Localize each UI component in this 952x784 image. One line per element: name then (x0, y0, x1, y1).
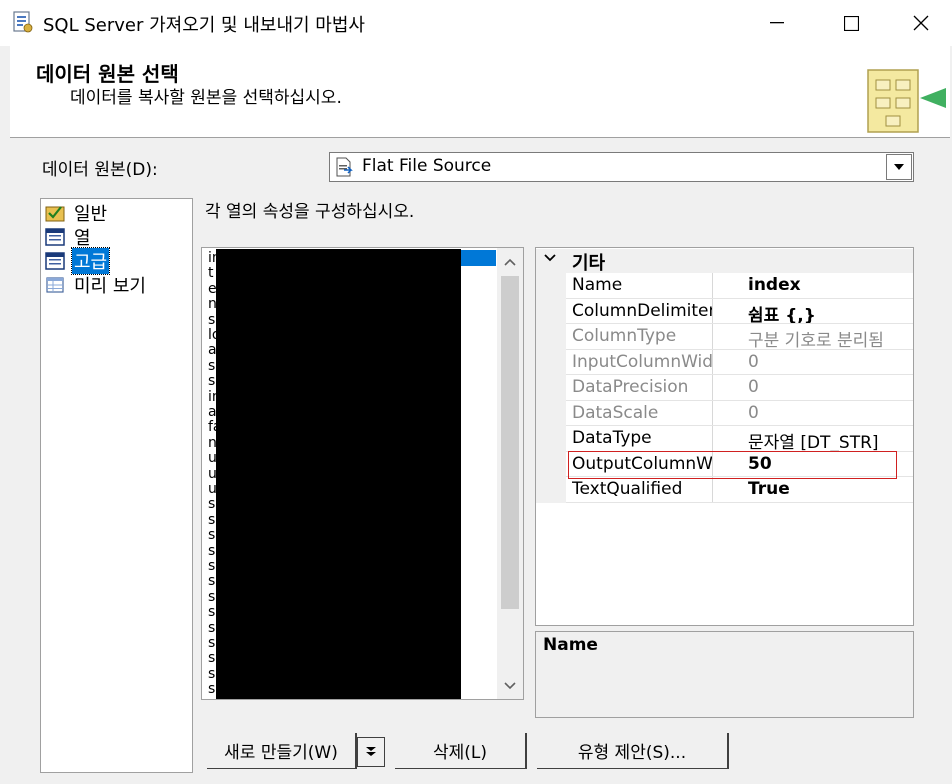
chevron-down-icon[interactable] (543, 249, 557, 267)
property-value[interactable]: index (748, 275, 801, 295)
property-name: DataPrecision (572, 377, 689, 397)
column-separator (712, 273, 713, 299)
chevron-down-icon (894, 164, 904, 170)
columns-icon (45, 227, 65, 246)
property-row[interactable]: TextQualified True (566, 477, 913, 503)
chevron-down-icon (504, 682, 516, 690)
delete-button-label: 삭제(L) (432, 743, 488, 763)
property-row[interactable]: InputColumnWidth 0 (566, 349, 913, 375)
property-name: DataType (572, 428, 652, 448)
property-row[interactable]: Name index (566, 273, 913, 299)
datasource-value: Flat File Source (362, 156, 492, 176)
selected-row-highlight (461, 250, 496, 266)
property-name: Name (572, 275, 623, 295)
property-name: InputColumnWidth (572, 351, 712, 372)
new-button-label: 새로 만들기(W) (224, 743, 338, 763)
nav-label-general: 일반 (74, 203, 108, 225)
minimize-icon (770, 22, 784, 24)
nav-item-columns[interactable]: 열 (44, 225, 93, 249)
title-bar: SQL Server 가져오기 및 내보내기 마법사 (0, 0, 952, 46)
nav-label-preview: 미리 보기 (74, 275, 146, 297)
category-label: 기타 (572, 253, 606, 274)
property-grid[interactable]: 기타 Name index ColumnDelimiter 쉼표 {,} ColumnT… (535, 247, 914, 626)
datasource-label: 데이터 원본(D): (42, 160, 158, 180)
property-name: ColumnDelimiter (572, 300, 712, 321)
property-value[interactable]: True (748, 479, 790, 499)
property-row[interactable]: DataType 문자열 [DT_STR] (566, 426, 913, 453)
property-name: ColumnType (572, 326, 677, 346)
maximize-button[interactable] (816, 0, 886, 46)
nav-item-preview[interactable]: 미리 보기 (44, 273, 148, 297)
dropdown-arrow-button[interactable] (886, 154, 912, 180)
column-separator (712, 426, 713, 452)
suggest-types-button-label: 유형 제안(S)... (577, 743, 687, 763)
property-value[interactable]: 0 (748, 377, 759, 397)
property-value[interactable]: 쉼표 {,} (748, 301, 816, 326)
close-button[interactable] (886, 0, 952, 46)
column-separator (712, 349, 713, 375)
property-category[interactable]: 기타 (536, 249, 913, 274)
property-row[interactable]: DataScale 0 (566, 400, 913, 426)
datasource-dropdown[interactable]: Flat File Source (329, 152, 914, 182)
double-chevron-down-icon (366, 747, 376, 756)
scrollbar-thumb[interactable] (501, 276, 519, 609)
column-separator (712, 400, 713, 426)
property-value[interactable]: 구분 기호로 분리됨 (748, 326, 884, 351)
scroll-down-button[interactable] (497, 674, 523, 698)
property-name: DataScale (572, 402, 659, 423)
highlight-annotation (568, 451, 897, 479)
new-split-dropdown-button[interactable] (357, 737, 385, 767)
column-list[interactable]: intensloassinafanuuusssssssssssss (201, 247, 524, 700)
scroll-up-button[interactable] (497, 250, 523, 274)
new-button[interactable]: 새로 만들기(W) (207, 733, 357, 769)
property-value[interactable]: 0 (748, 403, 759, 423)
app-icon (13, 11, 33, 33)
flat-file-icon (336, 157, 353, 177)
column-separator (712, 324, 713, 350)
property-value[interactable]: 문자열 [DT_STR] (748, 428, 879, 453)
delete-button[interactable]: 삭제(L) (395, 733, 527, 769)
property-name: TextQualified (572, 479, 683, 499)
redacted-region (216, 249, 461, 699)
chevron-up-icon (504, 258, 516, 266)
suggest-types-button[interactable]: 유형 제안(S)... (537, 733, 729, 769)
column-list-scrollbar[interactable] (497, 248, 523, 699)
preview-icon (46, 276, 64, 293)
page-subtitle: 데이터를 복사할 원본을 선택하십시오. (70, 88, 342, 108)
wizard-header: 데이터 원본 선택 데이터를 복사할 원본을 선택하십시오. (10, 46, 950, 138)
page-nav: 일반 열 고급 미리 보기 (40, 198, 193, 773)
minimize-button[interactable] (742, 0, 812, 46)
help-title: Name (543, 635, 598, 655)
general-icon (45, 205, 65, 221)
property-row[interactable]: ColumnType 구분 기호로 분리됨 (566, 324, 913, 351)
property-help-panel: Name (535, 631, 914, 718)
property-row[interactable]: DataPrecision 0 (566, 375, 913, 401)
advanced-icon (45, 251, 65, 270)
nav-item-advanced[interactable]: 고급 (44, 246, 111, 275)
column-separator (712, 298, 713, 324)
wizard-icon (867, 69, 946, 133)
maximize-icon (843, 15, 859, 31)
close-icon (913, 15, 929, 31)
property-gutter (536, 273, 566, 503)
section-description: 각 열의 속성을 구성하십시오. (205, 202, 415, 222)
property-row[interactable]: ColumnDelimiter 쉼표 {,} (566, 298, 913, 326)
nav-label-advanced: 고급 (70, 246, 111, 275)
nav-item-general[interactable]: 일반 (44, 201, 109, 225)
column-separator (712, 477, 713, 503)
window-title: SQL Server 가져오기 및 내보내기 마법사 (43, 15, 365, 36)
column-separator (712, 375, 713, 401)
nav-label-columns: 열 (74, 227, 91, 249)
row-divider (566, 501, 913, 503)
property-value[interactable]: 0 (748, 352, 759, 372)
